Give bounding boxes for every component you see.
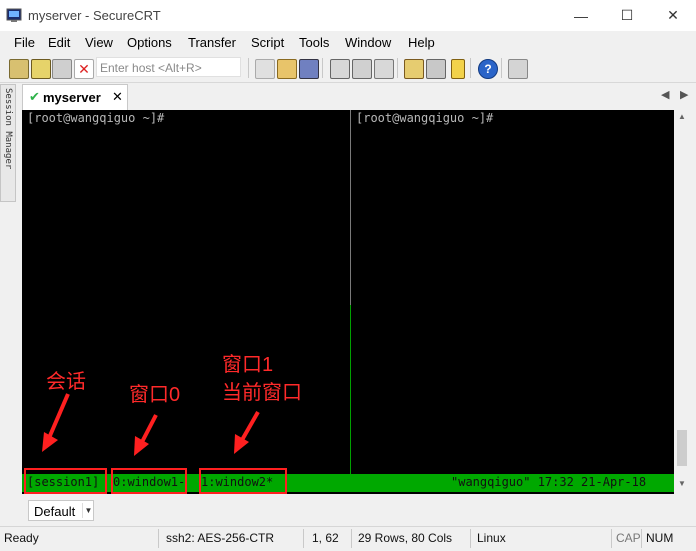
session-manager-tab[interactable]: Session Manager [0, 84, 16, 202]
menu-edit[interactable]: Edit [48, 35, 70, 50]
menu-transfer[interactable]: Transfer [188, 35, 236, 50]
status-host-time: "wangqiguo" 17:32 21-Apr-18 [451, 475, 647, 489]
terminal-screen[interactable]: [root@wangqiguo ~]# [root@wangqiguo ~]# … [22, 110, 674, 494]
title-bar[interactable]: myserver - SecureCRT — ☐ ✕ [0, 0, 696, 31]
find-icon[interactable] [299, 59, 319, 79]
close-button[interactable]: ✕ [650, 0, 696, 31]
button-bar-selected: Default [34, 504, 76, 519]
maximize-icon: ☐ [620, 7, 634, 23]
arrow-to-window1 [234, 411, 260, 454]
menu-help[interactable]: Help [408, 35, 435, 50]
print-icon[interactable] [330, 59, 350, 79]
paste-icon[interactable] [277, 59, 297, 79]
toolbar-separator [248, 58, 249, 78]
minimize-button[interactable]: — [558, 0, 604, 31]
copy-icon[interactable] [255, 59, 275, 79]
status-size: 29 Rows, 80 Cols [358, 531, 453, 545]
close-icon: ✕ [667, 7, 679, 23]
maximize-button[interactable]: ☐ [604, 0, 650, 31]
annotation-arrows [42, 393, 260, 456]
session-manager-label: Session Manager [3, 88, 13, 170]
disconnect-icon[interactable]: ✕ [74, 59, 94, 79]
scroll-up-icon[interactable]: ▲ [678, 112, 686, 121]
menu-options[interactable]: Options [127, 35, 172, 50]
menu-script[interactable]: Script [251, 35, 284, 50]
highlight-window0 [111, 468, 187, 494]
status-bar: Ready ssh2: AES-256-CTR 1, 62 29 Rows, 8… [0, 526, 696, 551]
menu-tools[interactable]: Tools [299, 35, 329, 50]
menu-file[interactable]: File [14, 35, 35, 50]
status-ready: Ready [4, 531, 39, 545]
status-separator [470, 529, 471, 548]
quick-connect-icon[interactable] [31, 59, 51, 79]
window-title: myserver - SecureCRT [28, 8, 161, 23]
menu-view[interactable]: View [85, 35, 113, 50]
dropdown-arrow-icon[interactable]: ▼ [82, 503, 94, 518]
status-os: Linux [477, 531, 506, 545]
minimize-icon: — [574, 7, 588, 24]
tab-label: myserver [43, 90, 101, 105]
status-caps-lock: CAP [616, 531, 641, 545]
securecrt-app-icon[interactable] [6, 7, 22, 23]
vertical-scrollbar[interactable]: ▲ ▼ [674, 110, 690, 494]
status-separator [641, 529, 642, 548]
toggle-panes-icon[interactable] [508, 59, 528, 79]
tab-strip: ✔ myserver ✕ ◀ ▶ [18, 83, 696, 110]
toolbar-separator [470, 58, 471, 78]
connected-check-icon: ✔ [29, 89, 40, 104]
tab-scroll-right-icon[interactable]: ▶ [680, 88, 688, 101]
enter-host-input[interactable]: Enter host <Alt+R> [96, 57, 241, 77]
toolbar-separator [322, 58, 323, 78]
highlight-window1 [199, 468, 287, 494]
keymap-icon[interactable] [451, 59, 465, 79]
status-num-lock: NUM [646, 531, 674, 545]
reconnect-icon[interactable] [52, 59, 72, 79]
scroll-down-icon[interactable]: ▼ [678, 479, 686, 488]
arrow-to-window0 [134, 414, 158, 456]
global-options-icon[interactable] [426, 59, 446, 79]
toolbar: ✕ Enter host <Alt+R> ? [0, 54, 696, 83]
toolbar-separator [397, 58, 398, 78]
menu-bar: File Edit View Options Transfer Script T… [0, 31, 696, 54]
tab-scroll-left-icon[interactable]: ◀ [661, 88, 669, 101]
status-separator [158, 529, 159, 548]
menu-window[interactable]: Window [345, 35, 391, 50]
status-separator [303, 529, 304, 548]
highlight-session [24, 468, 107, 494]
print-selection-icon[interactable] [352, 59, 372, 79]
toolbar-separator [501, 58, 502, 78]
scroll-thumb[interactable] [677, 430, 687, 466]
session-options-icon[interactable] [404, 59, 424, 79]
status-separator [611, 529, 612, 548]
tab-myserver[interactable]: ✔ myserver ✕ [22, 84, 128, 110]
help-icon[interactable]: ? [478, 59, 498, 79]
status-cipher: ssh2: AES-256-CTR [166, 531, 275, 545]
status-cursor-position: 1, 62 [312, 531, 339, 545]
arrow-to-session [42, 393, 70, 452]
status-separator [351, 529, 352, 548]
command-bar: Default ▼ [0, 496, 696, 526]
connect-icon[interactable] [9, 59, 29, 79]
tab-close-icon[interactable]: ✕ [112, 89, 123, 105]
button-bar-select[interactable]: Default ▼ [28, 500, 94, 521]
print-setup-icon[interactable] [374, 59, 394, 79]
